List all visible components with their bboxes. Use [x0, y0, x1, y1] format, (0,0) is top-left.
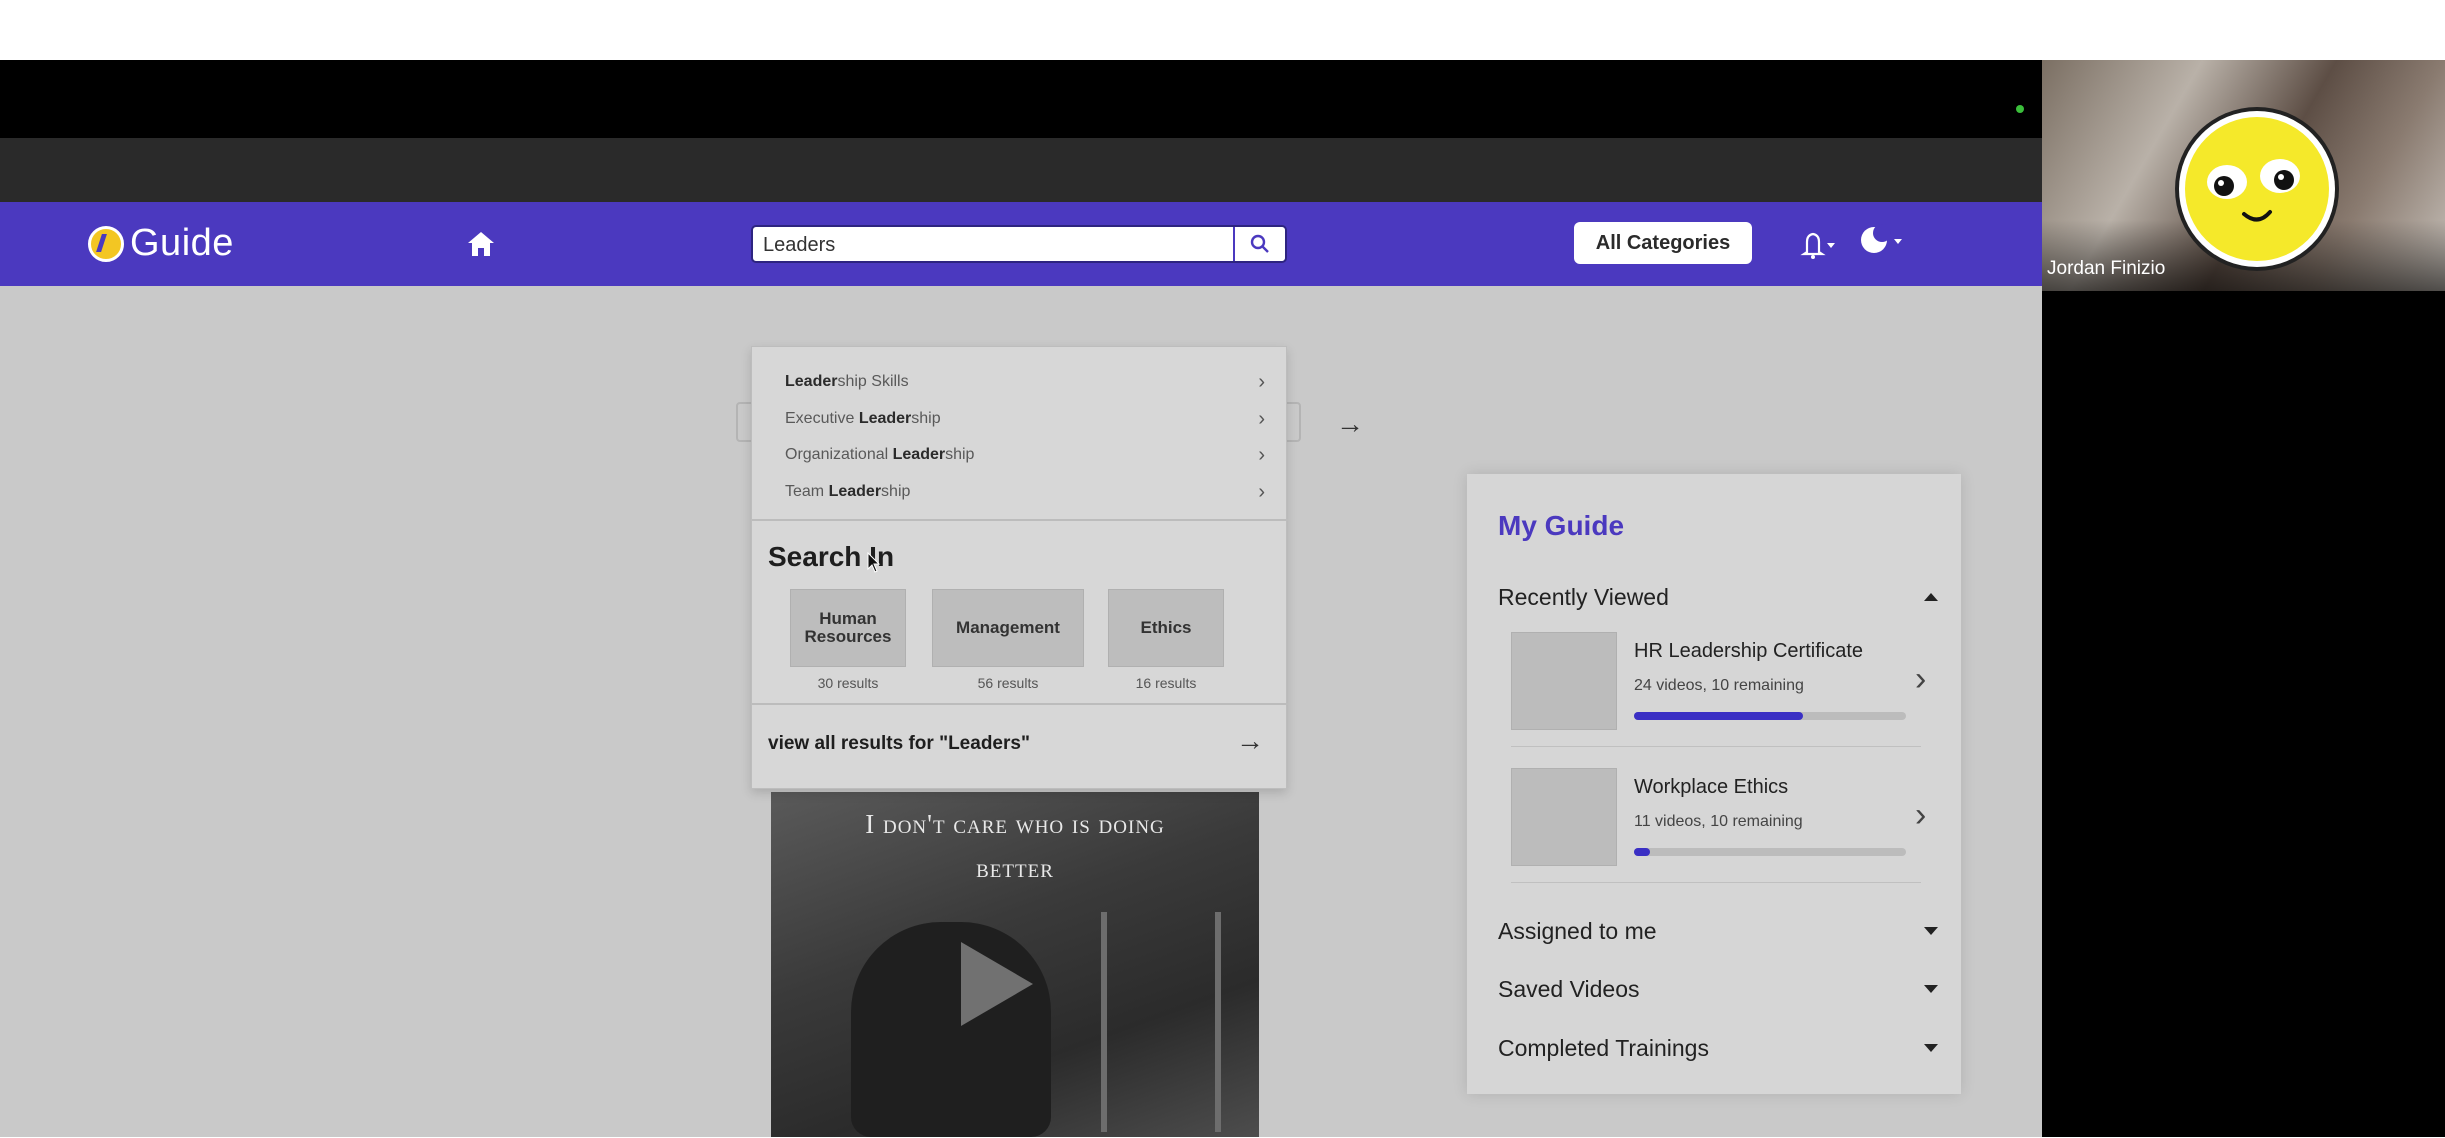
progress-fill: [1634, 848, 1651, 856]
view-all-results-link[interactable]: view all results for "Leaders": [768, 733, 1030, 755]
item-title: Workplace Ethics: [1634, 776, 1789, 798]
chevron-right-icon: ›: [1258, 370, 1265, 393]
meeting-window: Guide All Categories: [0, 0, 2445, 1138]
category-ethics[interactable]: Ethics: [1108, 589, 1224, 667]
suggestion-item[interactable]: Organizational Leadership ›: [785, 440, 1265, 470]
suggestion-item[interactable]: Team Leadership ›: [785, 477, 1265, 507]
divider: [752, 703, 1288, 705]
suggestion-item[interactable]: Leadership Skills ›: [785, 367, 1265, 397]
completed-trainings-toggle[interactable]: Completed Trainings: [1498, 1031, 1938, 1065]
video-player[interactable]: I don't care who is doing better: [771, 792, 1259, 1137]
play-icon[interactable]: [961, 942, 1033, 1026]
caret-down-icon: [1924, 1044, 1938, 1052]
recent-item[interactable]: HR Leadership Certificate 24 videos, 10 …: [1511, 632, 1926, 736]
chevron-right-icon: ›: [1258, 480, 1265, 503]
caret-up-icon: [1924, 593, 1938, 601]
chevron-right-icon: ›: [1258, 443, 1265, 466]
section-label: Saved Videos: [1498, 975, 1640, 1002]
recently-viewed-toggle[interactable]: Recently Viewed: [1498, 580, 1938, 614]
screen-share: Guide All Categories: [0, 60, 2042, 1137]
category-human-resources[interactable]: Human Resources: [790, 589, 906, 667]
arrow-right-icon[interactable]: →: [1336, 408, 1364, 440]
item-subtitle: 11 videos, 10 remaining: [1634, 813, 1803, 830]
progress-bar: [1634, 848, 1906, 856]
item-title: HR Leadership Certificate: [1634, 640, 1863, 662]
category-management[interactable]: Management: [932, 589, 1084, 667]
search-icon: [1250, 234, 1269, 253]
progress-fill: [1634, 712, 1803, 720]
suggestion-item[interactable]: Executive Leadership ›: [785, 404, 1265, 434]
arrow-right-icon[interactable]: →: [1236, 725, 1264, 757]
video-caption: I don't care who is doing better: [865, 809, 1165, 883]
category-count: 30 results: [817, 675, 879, 691]
search-input[interactable]: [763, 231, 1223, 259]
item-subtitle: 24 videos, 10 remaining: [1634, 677, 1804, 694]
divider: [1511, 882, 1921, 883]
bell-icon[interactable]: [1795, 228, 1839, 262]
section-label: Assigned to me: [1498, 917, 1657, 944]
divider: [752, 519, 1288, 521]
search-button[interactable]: [1233, 227, 1285, 261]
theme-toggle-icon[interactable]: [1858, 224, 1906, 260]
section-label: Completed Trainings: [1498, 1034, 1709, 1061]
chevron-right-icon[interactable]: ›: [1915, 660, 1926, 699]
logo-text: Guide: [130, 222, 234, 264]
assigned-toggle[interactable]: Assigned to me: [1498, 914, 1938, 948]
recent-item[interactable]: Workplace Ethics 11 videos, 10 remaining…: [1511, 768, 1926, 872]
item-thumbnail: [1511, 768, 1617, 866]
caret-down-icon: [1924, 927, 1938, 935]
logo[interactable]: Guide: [88, 222, 234, 265]
all-categories-button[interactable]: All Categories: [1574, 222, 1752, 264]
item-thumbnail: [1511, 632, 1617, 730]
chevron-right-icon[interactable]: ›: [1915, 796, 1926, 835]
search-dropdown: Leadership Skills › Executive Leadership…: [751, 346, 1288, 789]
guide-app: Guide All Categories: [0, 202, 2042, 1137]
top-nav: Guide All Categories: [0, 202, 2042, 286]
section-label: Recently Viewed: [1498, 583, 1669, 610]
category-count: 56 results: [977, 675, 1039, 691]
recording-indicator: [2016, 105, 2024, 113]
search-bar: [751, 225, 1287, 263]
category-count: 16 results: [1135, 675, 1197, 691]
video-rack: [1101, 912, 1221, 1132]
home-icon[interactable]: [466, 230, 496, 258]
chevron-right-icon: ›: [1258, 407, 1265, 430]
mouse-cursor-icon: [867, 552, 881, 573]
browser-toolbar: [0, 138, 2042, 202]
my-guide-panel: My Guide Recently Viewed HR Leadership C…: [1467, 474, 1961, 1094]
progress-bar: [1634, 712, 1906, 720]
participant-name: Jordan Finizio: [2047, 258, 2166, 279]
divider: [1511, 746, 1921, 747]
panel-title: My Guide: [1498, 510, 1625, 541]
smiley-avatar-icon: [2175, 107, 2339, 271]
logo-icon: [88, 225, 124, 262]
saved-videos-toggle[interactable]: Saved Videos: [1498, 972, 1938, 1006]
caret-down-icon: [1924, 985, 1938, 993]
